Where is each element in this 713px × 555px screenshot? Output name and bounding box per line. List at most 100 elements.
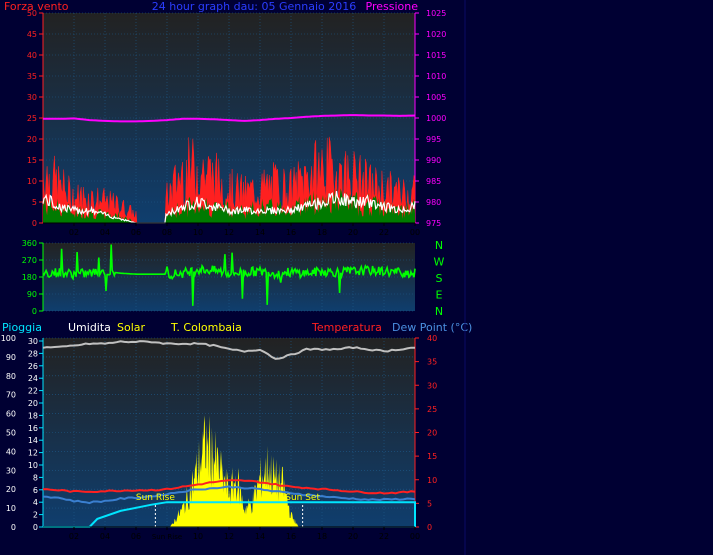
wind-x-tick-tick-label: 16 xyxy=(286,228,296,237)
temperature-y-tick-label: 25 xyxy=(427,405,437,414)
direction-axis: 0 90 180 270 360 xyxy=(22,239,44,316)
rain-y-tick-label: 6 xyxy=(33,486,38,495)
humidity-y-tick-label: 80 xyxy=(6,372,16,381)
temp-x-tick-tick-label: 00 xyxy=(410,532,420,541)
rain-y-tick-label: 20 xyxy=(28,399,38,408)
chart-title: 24 hour graph dau: 05 Gennaio 2016 xyxy=(152,0,357,13)
temp-x-tick-tick-label: 22 xyxy=(379,532,389,541)
compass-letter: W xyxy=(434,256,445,269)
wind-y-tick-label: 10 xyxy=(27,177,37,186)
rain-y-tick-label: 16 xyxy=(28,424,38,433)
humidity-y-tick-label: 30 xyxy=(6,466,16,475)
temp-x-tick-tick-label: 16 xyxy=(286,532,296,541)
wind-y-tick-label: 25 xyxy=(27,114,37,123)
rain-y-tick-label: 0 xyxy=(33,523,38,532)
legend-temperatura: Temperatura xyxy=(311,321,382,334)
direction-y-tick-label: 90 xyxy=(27,290,37,299)
pressure-y-tick-label: 1005 xyxy=(426,93,446,102)
wind-x-tick-tick-label: 22 xyxy=(379,228,389,237)
compass-letters: NWSEN xyxy=(434,239,445,318)
pressure-y-tick-label: 975 xyxy=(426,219,441,228)
wind-x-tick-tick-label: 02 xyxy=(69,228,79,237)
humidity-y-tick-label: 50 xyxy=(6,429,16,438)
temp-x-tick-tick-label: 12 xyxy=(224,532,234,541)
wind-panel-x-axis: 02 04 06 08 10 12 14 16 18 20 22 00 xyxy=(43,222,420,237)
legend-location: T. Colombaia xyxy=(170,321,242,334)
pressure-y-tick-label: 1000 xyxy=(426,114,446,123)
wind-x-tick-tick-label: 06 xyxy=(131,228,141,237)
temp-x-tick-tick-label: Sun Rise xyxy=(152,533,182,541)
rain-y-tick-label: 24 xyxy=(28,374,38,383)
wind-y-tick-label: 40 xyxy=(27,51,37,60)
rain-y-tick-label: 12 xyxy=(28,449,38,458)
wind-y-tick-label: 35 xyxy=(27,72,37,81)
compass-letter: N xyxy=(435,305,443,318)
wind-y-tick-label: 20 xyxy=(27,135,37,144)
compass-letter: E xyxy=(436,289,443,302)
wind-x-tick-tick-label: 08 xyxy=(162,228,172,237)
pressure-y-tick-label: 1025 xyxy=(426,9,446,18)
direction-y-tick-label: 0 xyxy=(32,307,37,316)
humidity-axis: 0 10 20 30 40 50 60 70 80 90 100 xyxy=(1,334,16,532)
wind-x-tick-tick-label: 12 xyxy=(224,228,234,237)
wind-y-tick-label: 50 xyxy=(27,9,37,18)
wind-y-tick-label: 5 xyxy=(32,198,37,207)
temperature-y-tick-label: 20 xyxy=(427,429,437,438)
temperature-y-tick-label: 40 xyxy=(427,334,437,343)
wind-x-tick-tick-label: 18 xyxy=(317,228,327,237)
wind-y-tick-label: 30 xyxy=(27,93,37,102)
humidity-y-tick-label: 100 xyxy=(1,334,16,343)
humidity-y-tick-label: 70 xyxy=(6,391,16,400)
temperature-y-tick-label: 5 xyxy=(427,499,432,508)
rain-y-tick-label: 2 xyxy=(33,511,38,520)
weather-dashboard: Forza vento 24 hour graph dau: 05 Gennai… xyxy=(1,0,472,555)
rain-y-tick-label: 28 xyxy=(28,349,38,358)
rain-y-tick-label: 4 xyxy=(33,498,38,507)
temperature-y-tick-label: 30 xyxy=(427,381,437,390)
wind-x-tick-tick-label: 20 xyxy=(348,228,358,237)
pressure-y-tick-label: 990 xyxy=(426,156,441,165)
legend-solar: Solar xyxy=(117,321,146,334)
pressure-y-tick-label: 985 xyxy=(426,177,441,186)
wind-x-tick-tick-label: 10 xyxy=(193,228,203,237)
legend-dew-point: Dew Point (°C) xyxy=(392,321,472,334)
wind-y-tick-label: 15 xyxy=(27,156,37,165)
direction-y-tick-label: 180 xyxy=(22,273,37,282)
temperature-y-tick-label: 0 xyxy=(427,523,432,532)
compass-letter: N xyxy=(435,239,443,252)
rain-y-tick-label: 10 xyxy=(28,461,38,470)
rain-y-tick-label: 30 xyxy=(28,337,38,346)
pressure-y-tick-label: 1015 xyxy=(426,51,446,60)
temp-x-tick-tick-label: 14 xyxy=(255,532,265,541)
wind-y-tick-label: 0 xyxy=(32,219,37,228)
wind-x-tick-tick-label: 00 xyxy=(410,228,420,237)
temp-x-tick-tick-label: 04 xyxy=(100,532,110,541)
temperature-panel-x-axis: 02 04 06 Sun Rise 10 12 14 16 18 20 22 00 xyxy=(43,526,420,541)
humidity-y-tick-label: 20 xyxy=(6,485,16,494)
pressure-y-tick-label: 980 xyxy=(426,198,441,207)
direction-y-tick-label: 360 xyxy=(22,239,37,248)
rain-y-tick-label: 8 xyxy=(33,473,38,482)
pressure-y-tick-label: 995 xyxy=(426,135,441,144)
wind-x-tick-tick-label: 04 xyxy=(100,228,110,237)
temperature-axis: 0 5 10 15 20 25 30 35 40 xyxy=(414,334,437,532)
wind-speed-axis: 0 5 10 15 20 25 30 35 40 45 50 xyxy=(27,9,44,228)
pressure-axis: 975 980 985 990 995 1000 1005 1010 1015 1020 1025 xyxy=(414,9,446,228)
temp-x-tick-tick-label: 10 xyxy=(193,532,203,541)
humidity-y-tick-label: 40 xyxy=(6,447,16,456)
humidity-y-tick-label: 60 xyxy=(6,410,16,419)
humidity-y-tick-label: 0 xyxy=(11,523,16,532)
sunset-label: Sun Set xyxy=(285,493,320,503)
temp-x-tick-tick-label: 06 xyxy=(131,532,141,541)
legend-umidita: Umidita xyxy=(68,321,111,334)
temperature-y-tick-label: 10 xyxy=(427,476,437,485)
pressure-y-tick-label: 1020 xyxy=(426,30,446,39)
temp-x-tick-tick-label: 20 xyxy=(348,532,358,541)
pressure-axis-title: Pressione xyxy=(366,0,419,13)
sunrise-label: Sun Rise xyxy=(136,493,175,503)
rain-y-tick-label: 18 xyxy=(28,411,38,420)
rain-y-tick-label: 26 xyxy=(28,362,38,371)
humidity-y-tick-label: 10 xyxy=(6,504,16,513)
rain-axis: 024681012141618202224262830 xyxy=(28,337,44,532)
temperature-y-tick-label: 15 xyxy=(427,452,437,461)
